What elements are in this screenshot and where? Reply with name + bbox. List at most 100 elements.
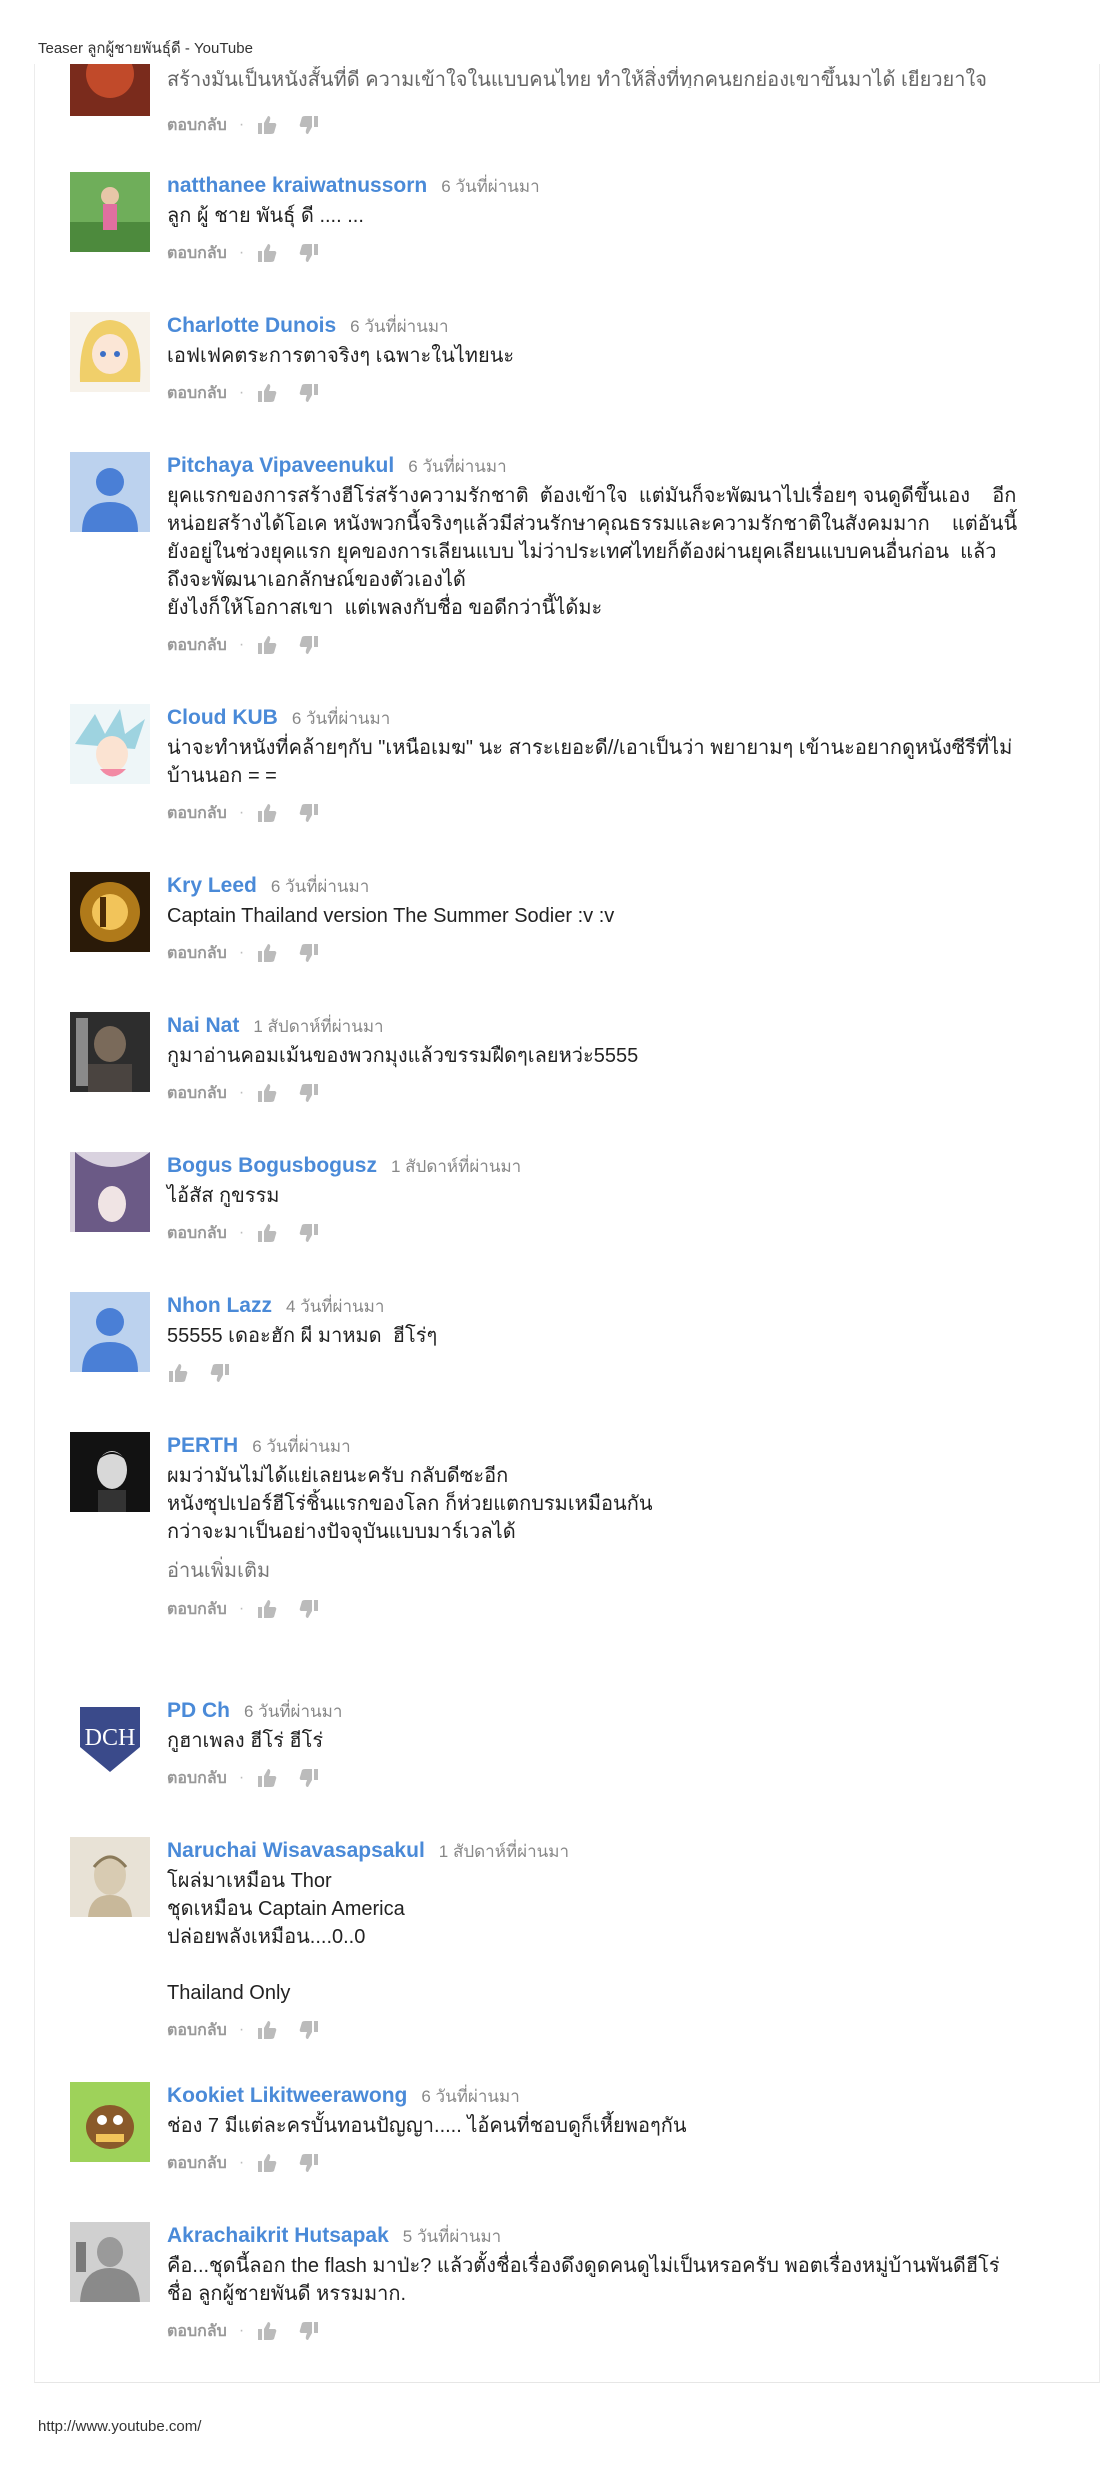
thumbs-down-icon[interactable] (298, 2019, 320, 2041)
reply-button[interactable]: ตอบกลับ (167, 941, 227, 966)
avatar[interactable] (70, 1837, 150, 1917)
comment-text-line: ถึงจะพัฒนาเอกลักษณ์ของตัวเองได้ (167, 569, 466, 591)
comment-timestamp[interactable]: 1 สัปดาห์ที่ผ่านมา (253, 1017, 383, 1036)
comment-body: Charlotte Dunois 6 วันที่ผ่านมาเอฟเฟคตระก… (167, 310, 1097, 410)
avatar[interactable] (70, 2082, 150, 2162)
comment-header: natthanee kraiwatnussorn 6 วันที่ผ่านมา (167, 170, 1097, 202)
comment-body: Bogus Bogusbogusz 1 สัปดาห์ที่ผ่านมา ไอ้สั… (167, 1150, 1097, 1250)
thumbs-down-icon[interactable] (298, 114, 320, 136)
reply-button[interactable]: ตอบกลับ (167, 2151, 227, 2176)
thumbs-down-icon[interactable] (298, 1767, 320, 1789)
thumbs-up-icon[interactable] (256, 1767, 278, 1789)
comment-actions: ตอบกลับ · (167, 1076, 1097, 1110)
reply-button[interactable]: ตอบกลับ (167, 1081, 227, 1106)
thumbs-up-icon[interactable] (256, 634, 278, 656)
comment-text: ผมว่ามันไม่ได้แย่เลยนะครับ กลับดีซะอีก หน… (167, 1462, 1097, 1546)
comment-timestamp[interactable]: 6 วันที่ผ่านมา (244, 1702, 342, 1721)
thumbs-up-icon[interactable] (256, 2152, 278, 2174)
comment-author-link[interactable]: Kry Leed (167, 874, 257, 897)
reply-button[interactable]: ตอบกลับ (167, 381, 227, 406)
reply-button[interactable]: ตอบกลับ (167, 241, 227, 266)
comment-body: Cloud KUB 6 วันที่ผ่านมา น่าจะทำหนังที่คล้… (167, 702, 1097, 830)
comment-author-link[interactable]: Charlotte Dunois (167, 314, 336, 337)
comment-timestamp[interactable]: 6 วันที่ผ่านมา (252, 1437, 350, 1456)
comment-author-link[interactable]: natthanee kraiwatnussorn (167, 174, 427, 197)
comment-author-link[interactable]: Akrachaikrit Hutsapak (167, 2224, 389, 2247)
avatar[interactable] (70, 452, 150, 532)
comment-text-line: ลูก ผู้ ชาย พันธุ์ ดี .... ... (167, 205, 364, 227)
thumbs-up-icon[interactable] (256, 114, 278, 136)
thumbs-down-icon[interactable] (298, 942, 320, 964)
comment-timestamp[interactable]: 6 วันที่ผ่านมา (441, 177, 539, 196)
thumbs-up-icon[interactable] (256, 242, 278, 264)
avatar[interactable] (70, 1292, 150, 1372)
avatar[interactable] (70, 1012, 150, 1092)
avatar[interactable] (70, 704, 150, 784)
reply-button[interactable]: ตอบกลับ (167, 2018, 227, 2043)
reply-button[interactable]: ตอบกลับ (167, 1221, 227, 1246)
comment-author-link[interactable]: PERTH (167, 1434, 238, 1457)
thumbs-down-icon[interactable] (298, 2152, 320, 2174)
comment-text-line: เอฟเฟคตระการตาจริงๆ เฉพาะในไทยนะ (167, 345, 515, 367)
comment-timestamp[interactable]: 5 วันที่ผ่านมา (403, 2227, 501, 2246)
thumbs-down-icon[interactable] (298, 242, 320, 264)
thumbs-up-icon[interactable] (256, 2019, 278, 2041)
reply-button[interactable]: ตอบกลับ (167, 113, 227, 138)
thumbs-down-icon[interactable] (298, 382, 320, 404)
thumbs-down-icon[interactable] (298, 2320, 320, 2342)
avatar[interactable] (70, 872, 150, 952)
avatar[interactable] (70, 172, 150, 252)
comment-author-link[interactable]: Bogus Bogusbogusz (167, 1154, 377, 1177)
comment-timestamp[interactable]: 6 วันที่ผ่านมา (350, 317, 448, 336)
reply-button[interactable]: ตอบกลับ (167, 1766, 227, 1791)
thumbs-down-icon[interactable] (298, 1222, 320, 1244)
thumbs-down-icon[interactable] (298, 1598, 320, 1620)
thumbs-up-icon[interactable] (256, 802, 278, 824)
comment-header: Bogus Bogusbogusz 1 สัปดาห์ที่ผ่านมา (167, 1150, 1097, 1182)
reply-button[interactable]: ตอบกลับ (167, 633, 227, 658)
comment-timestamp[interactable]: 1 สัปดาห์ที่ผ่านมา (391, 1157, 521, 1176)
reply-button[interactable]: ตอบกลับ (167, 1597, 227, 1622)
comment-actions: ตอบกลับ · (167, 2314, 1097, 2348)
comment-text-line: Thailand Only (167, 1982, 291, 2004)
read-more-link[interactable]: อ่านเพิ่มเติม (167, 1554, 1097, 1586)
avatar[interactable] (70, 312, 150, 392)
avatar[interactable] (70, 2222, 150, 2302)
comment-body: Kry Leed 6 วันที่ผ่านมา Captain Thailand v… (167, 870, 1097, 970)
comment-timestamp[interactable]: 6 วันที่ผ่านมา (271, 877, 369, 896)
thumbs-down-icon[interactable] (298, 1082, 320, 1104)
comment-timestamp[interactable]: 6 วันที่ผ่านมา (292, 709, 390, 728)
thumbs-down-icon[interactable] (298, 634, 320, 656)
comment-author-link[interactable]: Cloud KUB (167, 706, 278, 729)
separator: · (238, 116, 245, 133)
comment-text: กูฮาเพลง ฮีโร่ ฮีโร่ (167, 1727, 1097, 1755)
comment-author-link[interactable]: Nai Nat (167, 1014, 239, 1037)
thumbs-up-icon[interactable] (256, 382, 278, 404)
comment-timestamp[interactable]: 4 วันที่ผ่านมา (286, 1297, 384, 1316)
comment-header: Naruchai Wisavasapsakul 1 สัปดาห์ที่ผ่านม… (167, 1835, 1097, 1867)
avatar[interactable] (70, 1432, 150, 1512)
thumbs-up-icon[interactable] (167, 1362, 189, 1384)
thumbs-up-icon[interactable] (256, 942, 278, 964)
thumbs-up-icon[interactable] (256, 1598, 278, 1620)
thumbs-down-icon[interactable] (298, 802, 320, 824)
comment-author-link[interactable]: PD Ch (167, 1699, 230, 1722)
comment-timestamp[interactable]: 1 สัปดาห์ที่ผ่านมา (439, 1842, 569, 1861)
avatar[interactable] (70, 1152, 150, 1232)
reply-button[interactable]: ตอบกลับ (167, 801, 227, 826)
avatar[interactable] (70, 64, 150, 116)
comment-author-link[interactable]: Pitchaya Vipaveenukul (167, 454, 394, 477)
comment-text-partial: สร้างมันเป็นหนังสั้นที่ดี ความเข้าใจในแบ… (167, 69, 987, 88)
comment-author-link[interactable]: Kookiet Likitweerawong (167, 2084, 407, 2107)
reply-button[interactable]: ตอบกลับ (167, 2319, 227, 2344)
comment-text-line: กูฮาเพลง ฮีโร่ ฮีโร่ (167, 1730, 324, 1752)
thumbs-down-icon[interactable] (209, 1362, 231, 1384)
comment-timestamp[interactable]: 6 วันที่ผ่านมา (421, 2087, 519, 2106)
thumbs-up-icon[interactable] (256, 1082, 278, 1104)
comment-author-link[interactable]: Naruchai Wisavasapsakul (167, 1839, 425, 1862)
comment-author-link[interactable]: Nhon Lazz (167, 1294, 272, 1317)
thumbs-up-icon[interactable] (256, 2320, 278, 2342)
thumbs-up-icon[interactable] (256, 1222, 278, 1244)
avatar[interactable]: DCH (70, 1697, 150, 1777)
comment-timestamp[interactable]: 6 วันที่ผ่านมา (408, 457, 506, 476)
